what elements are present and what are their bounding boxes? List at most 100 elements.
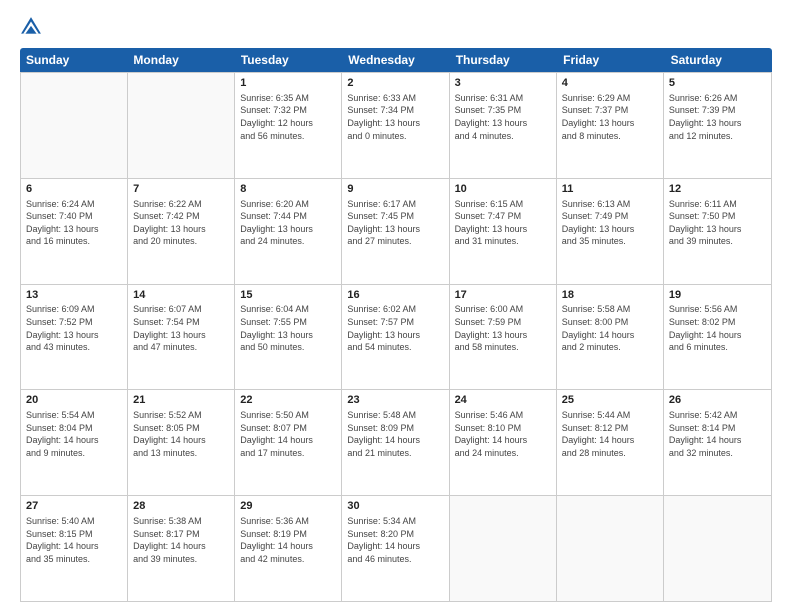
calendar-cell-1-6: 12Sunrise: 6:11 AM Sunset: 7:50 PM Dayli… — [664, 179, 771, 284]
calendar-cell-3-5: 25Sunrise: 5:44 AM Sunset: 8:12 PM Dayli… — [557, 390, 664, 495]
day-number: 24 — [455, 393, 551, 408]
calendar-cell-3-2: 22Sunrise: 5:50 AM Sunset: 8:07 PM Dayli… — [235, 390, 342, 495]
header — [20, 16, 772, 38]
day-detail: Sunrise: 6:04 AM Sunset: 7:55 PM Dayligh… — [240, 303, 336, 353]
day-number: 2 — [347, 76, 443, 91]
calendar-cell-0-0 — [21, 73, 128, 178]
calendar-cell-4-0: 27Sunrise: 5:40 AM Sunset: 8:15 PM Dayli… — [21, 496, 128, 601]
weekday-header-wednesday: Wednesday — [342, 48, 449, 72]
day-detail: Sunrise: 5:38 AM Sunset: 8:17 PM Dayligh… — [133, 515, 229, 565]
day-detail: Sunrise: 5:42 AM Sunset: 8:14 PM Dayligh… — [669, 409, 766, 459]
day-detail: Sunrise: 6:33 AM Sunset: 7:34 PM Dayligh… — [347, 92, 443, 142]
calendar-cell-3-4: 24Sunrise: 5:46 AM Sunset: 8:10 PM Dayli… — [450, 390, 557, 495]
calendar-cell-0-4: 3Sunrise: 6:31 AM Sunset: 7:35 PM Daylig… — [450, 73, 557, 178]
day-number: 14 — [133, 288, 229, 303]
calendar: SundayMondayTuesdayWednesdayThursdayFrid… — [20, 48, 772, 602]
day-number: 12 — [669, 182, 766, 197]
day-number: 1 — [240, 76, 336, 91]
day-detail: Sunrise: 5:48 AM Sunset: 8:09 PM Dayligh… — [347, 409, 443, 459]
day-detail: Sunrise: 5:52 AM Sunset: 8:05 PM Dayligh… — [133, 409, 229, 459]
weekday-header-thursday: Thursday — [450, 48, 557, 72]
calendar-cell-0-1 — [128, 73, 235, 178]
calendar-row-4: 27Sunrise: 5:40 AM Sunset: 8:15 PM Dayli… — [21, 495, 771, 601]
calendar-cell-4-3: 30Sunrise: 5:34 AM Sunset: 8:20 PM Dayli… — [342, 496, 449, 601]
day-number: 6 — [26, 182, 122, 197]
calendar-cell-1-3: 9Sunrise: 6:17 AM Sunset: 7:45 PM Daylig… — [342, 179, 449, 284]
day-number: 13 — [26, 288, 122, 303]
calendar-cell-4-2: 29Sunrise: 5:36 AM Sunset: 8:19 PM Dayli… — [235, 496, 342, 601]
day-number: 18 — [562, 288, 658, 303]
calendar-cell-3-1: 21Sunrise: 5:52 AM Sunset: 8:05 PM Dayli… — [128, 390, 235, 495]
day-number: 26 — [669, 393, 766, 408]
calendar-cell-1-0: 6Sunrise: 6:24 AM Sunset: 7:40 PM Daylig… — [21, 179, 128, 284]
day-detail: Sunrise: 5:54 AM Sunset: 8:04 PM Dayligh… — [26, 409, 122, 459]
day-number: 28 — [133, 499, 229, 514]
day-detail: Sunrise: 6:24 AM Sunset: 7:40 PM Dayligh… — [26, 198, 122, 248]
calendar-cell-4-6 — [664, 496, 771, 601]
day-number: 19 — [669, 288, 766, 303]
day-detail: Sunrise: 5:44 AM Sunset: 8:12 PM Dayligh… — [562, 409, 658, 459]
calendar-header: SundayMondayTuesdayWednesdayThursdayFrid… — [20, 48, 772, 72]
day-number: 25 — [562, 393, 658, 408]
weekday-header-tuesday: Tuesday — [235, 48, 342, 72]
day-detail: Sunrise: 6:26 AM Sunset: 7:39 PM Dayligh… — [669, 92, 766, 142]
calendar-cell-2-6: 19Sunrise: 5:56 AM Sunset: 8:02 PM Dayli… — [664, 285, 771, 390]
day-number: 10 — [455, 182, 551, 197]
calendar-body: 1Sunrise: 6:35 AM Sunset: 7:32 PM Daylig… — [20, 72, 772, 602]
calendar-cell-4-5 — [557, 496, 664, 601]
day-number: 4 — [562, 76, 658, 91]
day-detail: Sunrise: 6:07 AM Sunset: 7:54 PM Dayligh… — [133, 303, 229, 353]
day-detail: Sunrise: 6:22 AM Sunset: 7:42 PM Dayligh… — [133, 198, 229, 248]
day-number: 29 — [240, 499, 336, 514]
calendar-row-1: 6Sunrise: 6:24 AM Sunset: 7:40 PM Daylig… — [21, 178, 771, 284]
calendar-cell-4-4 — [450, 496, 557, 601]
day-number: 11 — [562, 182, 658, 197]
day-detail: Sunrise: 6:02 AM Sunset: 7:57 PM Dayligh… — [347, 303, 443, 353]
logo-icon — [20, 16, 42, 38]
day-number: 8 — [240, 182, 336, 197]
day-detail: Sunrise: 6:15 AM Sunset: 7:47 PM Dayligh… — [455, 198, 551, 248]
calendar-cell-3-0: 20Sunrise: 5:54 AM Sunset: 8:04 PM Dayli… — [21, 390, 128, 495]
calendar-row-2: 13Sunrise: 6:09 AM Sunset: 7:52 PM Dayli… — [21, 284, 771, 390]
calendar-row-0: 1Sunrise: 6:35 AM Sunset: 7:32 PM Daylig… — [21, 72, 771, 178]
day-detail: Sunrise: 6:00 AM Sunset: 7:59 PM Dayligh… — [455, 303, 551, 353]
day-number: 9 — [347, 182, 443, 197]
logo — [20, 16, 44, 38]
calendar-cell-2-3: 16Sunrise: 6:02 AM Sunset: 7:57 PM Dayli… — [342, 285, 449, 390]
day-number: 20 — [26, 393, 122, 408]
day-number: 22 — [240, 393, 336, 408]
day-detail: Sunrise: 5:58 AM Sunset: 8:00 PM Dayligh… — [562, 303, 658, 353]
calendar-cell-1-2: 8Sunrise: 6:20 AM Sunset: 7:44 PM Daylig… — [235, 179, 342, 284]
calendar-cell-0-6: 5Sunrise: 6:26 AM Sunset: 7:39 PM Daylig… — [664, 73, 771, 178]
weekday-header-friday: Friday — [557, 48, 664, 72]
calendar-cell-2-1: 14Sunrise: 6:07 AM Sunset: 7:54 PM Dayli… — [128, 285, 235, 390]
day-detail: Sunrise: 6:31 AM Sunset: 7:35 PM Dayligh… — [455, 92, 551, 142]
day-number: 21 — [133, 393, 229, 408]
day-detail: Sunrise: 6:35 AM Sunset: 7:32 PM Dayligh… — [240, 92, 336, 142]
day-detail: Sunrise: 6:13 AM Sunset: 7:49 PM Dayligh… — [562, 198, 658, 248]
day-number: 30 — [347, 499, 443, 514]
day-number: 17 — [455, 288, 551, 303]
calendar-cell-4-1: 28Sunrise: 5:38 AM Sunset: 8:17 PM Dayli… — [128, 496, 235, 601]
calendar-row-3: 20Sunrise: 5:54 AM Sunset: 8:04 PM Dayli… — [21, 389, 771, 495]
day-detail: Sunrise: 5:46 AM Sunset: 8:10 PM Dayligh… — [455, 409, 551, 459]
day-detail: Sunrise: 5:34 AM Sunset: 8:20 PM Dayligh… — [347, 515, 443, 565]
day-detail: Sunrise: 5:36 AM Sunset: 8:19 PM Dayligh… — [240, 515, 336, 565]
weekday-header-saturday: Saturday — [665, 48, 772, 72]
day-number: 16 — [347, 288, 443, 303]
calendar-cell-2-5: 18Sunrise: 5:58 AM Sunset: 8:00 PM Dayli… — [557, 285, 664, 390]
day-detail: Sunrise: 5:40 AM Sunset: 8:15 PM Dayligh… — [26, 515, 122, 565]
day-number: 3 — [455, 76, 551, 91]
calendar-cell-1-4: 10Sunrise: 6:15 AM Sunset: 7:47 PM Dayli… — [450, 179, 557, 284]
calendar-cell-3-3: 23Sunrise: 5:48 AM Sunset: 8:09 PM Dayli… — [342, 390, 449, 495]
day-number: 7 — [133, 182, 229, 197]
weekday-header-sunday: Sunday — [20, 48, 127, 72]
day-detail: Sunrise: 6:20 AM Sunset: 7:44 PM Dayligh… — [240, 198, 336, 248]
day-detail: Sunrise: 5:50 AM Sunset: 8:07 PM Dayligh… — [240, 409, 336, 459]
calendar-cell-0-3: 2Sunrise: 6:33 AM Sunset: 7:34 PM Daylig… — [342, 73, 449, 178]
calendar-cell-2-4: 17Sunrise: 6:00 AM Sunset: 7:59 PM Dayli… — [450, 285, 557, 390]
calendar-cell-1-5: 11Sunrise: 6:13 AM Sunset: 7:49 PM Dayli… — [557, 179, 664, 284]
calendar-cell-3-6: 26Sunrise: 5:42 AM Sunset: 8:14 PM Dayli… — [664, 390, 771, 495]
day-number: 5 — [669, 76, 766, 91]
day-detail: Sunrise: 6:09 AM Sunset: 7:52 PM Dayligh… — [26, 303, 122, 353]
